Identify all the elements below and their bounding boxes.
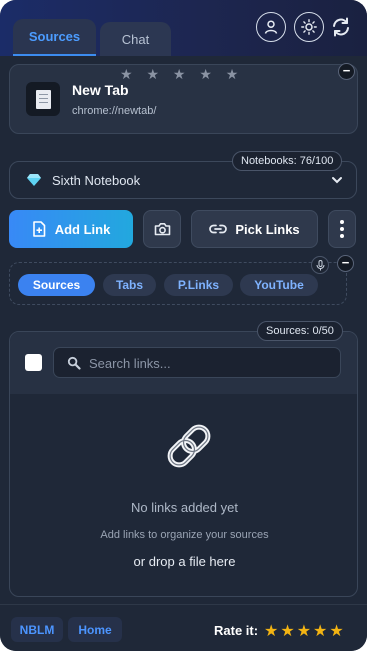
theme-toggle-button[interactable] [294,12,324,42]
sources-count-badge: Sources: 0/50 [257,321,343,341]
drop-file-zone[interactable]: or drop a file here [10,554,357,569]
add-link-button[interactable]: Add Link [9,210,133,248]
current-tab-title: New Tab [72,82,129,98]
search-input[interactable] [89,354,329,372]
filter-tabs[interactable]: Tabs [103,274,156,296]
screenshot-button[interactable] [143,210,181,248]
search-field[interactable] [53,347,341,378]
extension-panel: Sources Chat New Tab chrome://newtab/ ★ … [0,0,367,651]
notebooks-count-badge: Notebooks: 76/100 [232,151,343,171]
search-icon [67,356,81,370]
pick-links-button[interactable]: Pick Links [191,210,318,248]
footer: NBLM Home Rate it: ★★★★★ [0,604,367,651]
refresh-icon [333,17,349,37]
pick-links-label: Pick Links [235,221,300,237]
mic-button[interactable] [311,256,329,274]
link-icon [209,224,228,234]
tab-sources[interactable]: Sources [13,19,96,56]
diamond-icon [27,174,41,186]
camera-icon [154,223,170,236]
add-file-icon [32,221,45,237]
chevron-down-icon [332,177,342,184]
document-icon [26,82,60,116]
more-vertical-icon [340,220,344,238]
collapse-tab-card-button[interactable]: − [338,63,355,80]
more-options-button[interactable] [328,210,356,248]
home-button[interactable]: Home [68,617,122,642]
tab-rating-stars[interactable]: ★ ★ ★ ★ ★ [120,66,243,83]
source-filter-bar: Sources Tabs P.Links YouTube [9,262,347,305]
notebook-name: Sixth Notebook [52,173,141,188]
sun-icon [301,19,317,35]
rate-stars[interactable]: ★★★★★ [264,621,346,641]
select-all-checkbox[interactable] [25,354,42,371]
sources-toolbar [10,332,357,394]
filter-plinks[interactable]: P.Links [164,274,233,296]
add-link-label: Add Link [54,221,111,237]
nblm-button[interactable]: NBLM [11,617,63,642]
current-tab-url: chrome://newtab/ [72,105,157,117]
chain-link-icon [167,424,211,468]
mic-icon [316,259,324,270]
user-icon [264,20,278,34]
tab-chat[interactable]: Chat [100,22,171,56]
empty-state-subtitle: Add links to organize your sources [100,529,269,541]
refresh-button[interactable] [330,16,352,38]
profile-button[interactable] [256,12,286,42]
filter-sources[interactable]: Sources [18,274,95,296]
filter-youtube[interactable]: YouTube [240,274,318,296]
header: Sources Chat [0,0,367,56]
rate-label: Rate it: [214,623,259,638]
sources-panel: No links added yet Add links to organize… [9,331,358,597]
collapse-filters-button[interactable]: − [337,255,354,272]
empty-state-title: No links added yet [131,500,238,515]
